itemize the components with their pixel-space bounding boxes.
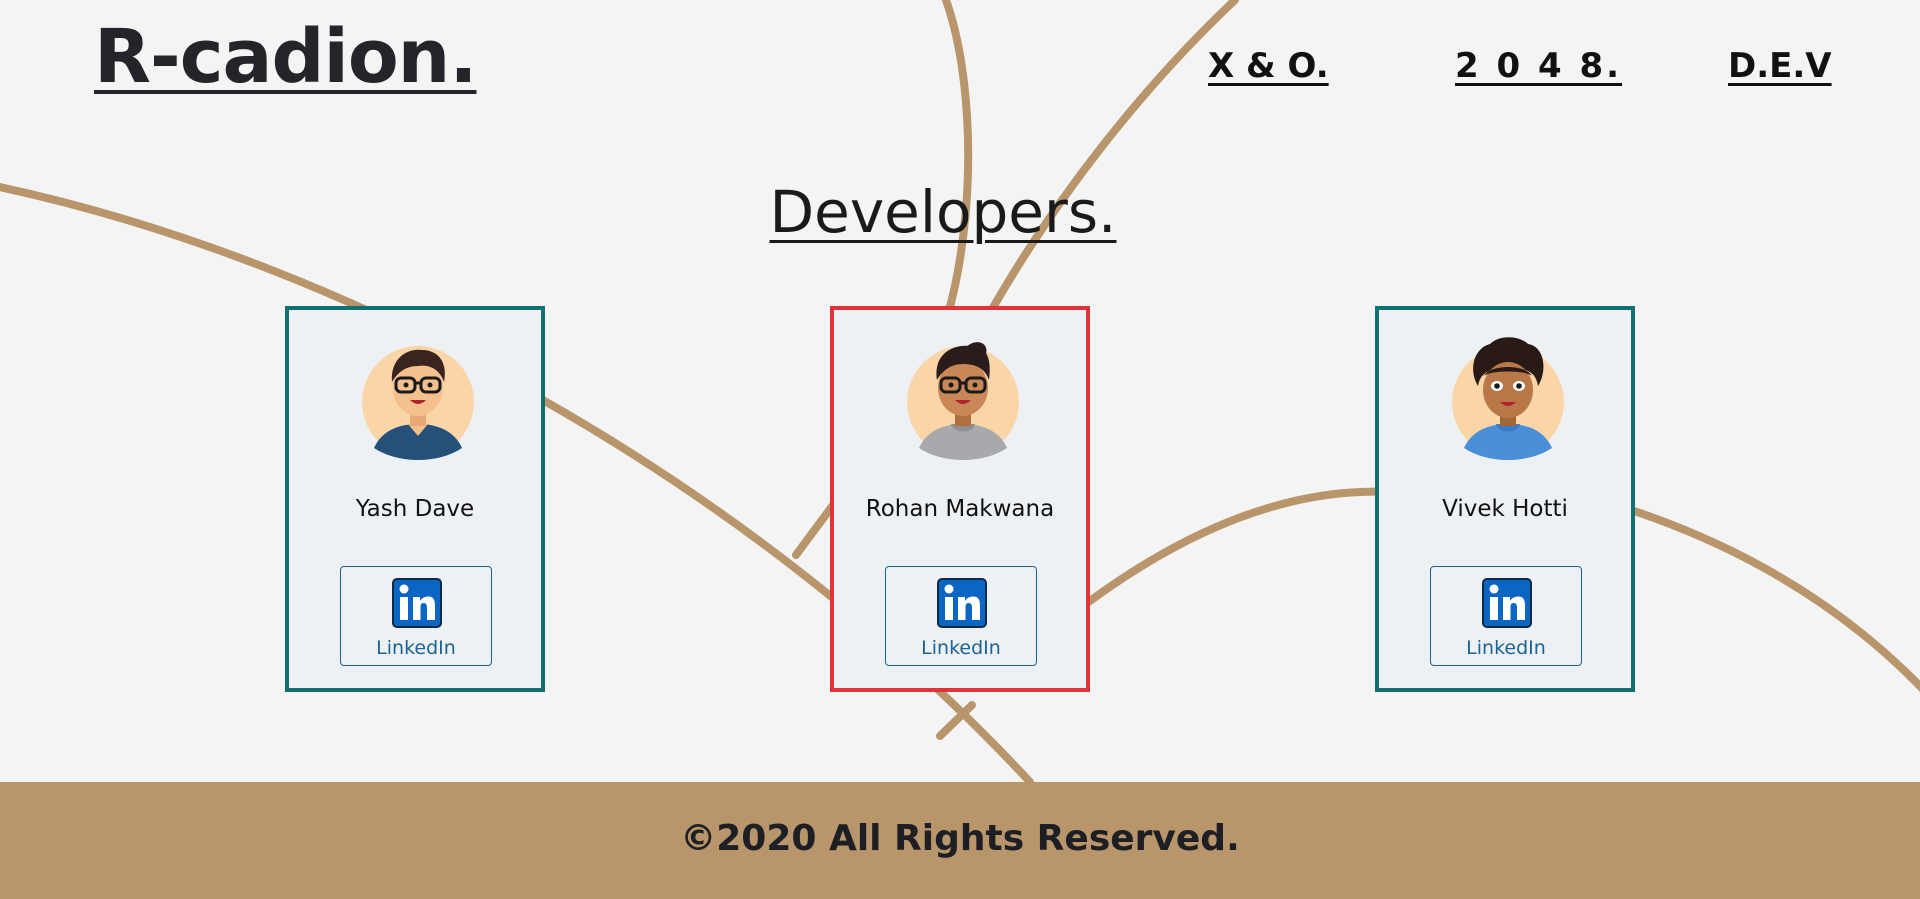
linkedin-button[interactable]: LinkedIn <box>885 566 1037 666</box>
nav-link-dev[interactable]: D.E.V <box>1728 46 1832 86</box>
developer-card-vivek-hotti: Vivek Hotti LinkedIn <box>1375 306 1635 692</box>
avatar <box>905 330 1021 460</box>
developer-name: Yash Dave <box>355 496 475 522</box>
developer-card-rohan-makwana: Rohan Makwana LinkedIn <box>830 306 1090 692</box>
linkedin-label: LinkedIn <box>1466 637 1546 659</box>
page-title: Developers. <box>769 178 1117 246</box>
linkedin-label: LinkedIn <box>921 637 1001 659</box>
developer-card-yash-dave: Yash Dave LinkedIn <box>285 306 545 692</box>
linkedin-button[interactable]: LinkedIn <box>1430 566 1582 666</box>
nav-link-x-and-o[interactable]: X & O. <box>1208 46 1329 86</box>
copyright-text: ©2020 All Rights Reserved. <box>680 818 1240 859</box>
avatar <box>360 330 476 460</box>
developer-name: Vivek Hotti <box>1442 496 1568 522</box>
linkedin-icon <box>1482 578 1532 628</box>
linkedin-icon <box>937 578 987 628</box>
linkedin-label: LinkedIn <box>376 637 456 659</box>
linkedin-button[interactable]: LinkedIn <box>340 566 492 666</box>
footer: ©2020 All Rights Reserved. <box>0 782 1920 899</box>
linkedin-icon <box>392 578 442 628</box>
nav-link-2048[interactable]: 2 0 4 8. <box>1455 46 1622 86</box>
developer-name: Rohan Makwana <box>865 496 1055 522</box>
avatar <box>1450 330 1566 460</box>
brand-logo-link[interactable]: R-cadion. <box>94 14 477 100</box>
